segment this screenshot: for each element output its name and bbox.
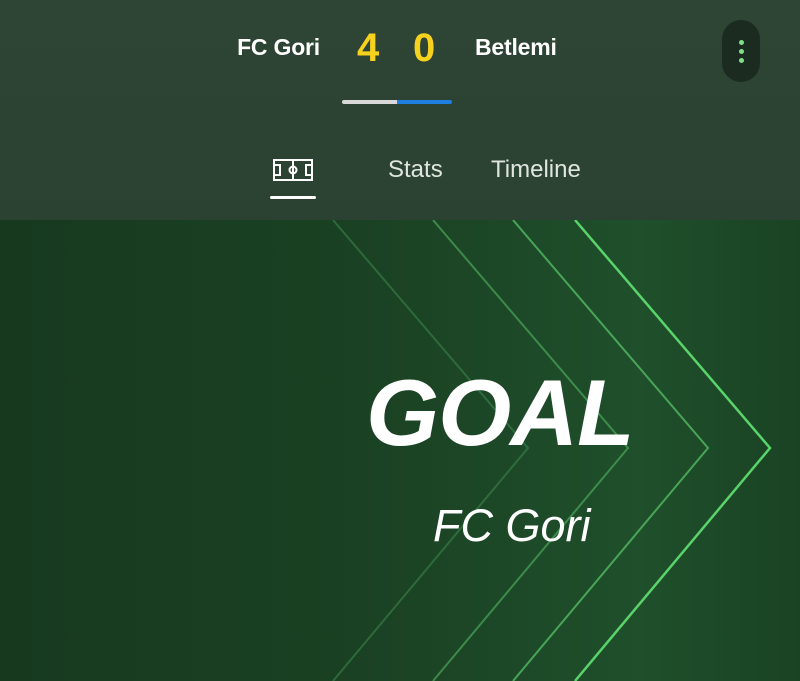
tab-timeline[interactable]: Timeline (491, 150, 581, 200)
possession-bar-away (397, 100, 452, 104)
more-vert-icon-dot (738, 48, 744, 54)
match-tabs: Stats Timeline (0, 150, 800, 202)
more-vert-icon-dot (738, 57, 744, 63)
away-team-name[interactable]: Betlemi (475, 34, 557, 61)
away-score: 0 (413, 26, 436, 70)
tab-stats[interactable]: Stats (388, 150, 443, 200)
possession-bar (342, 100, 452, 104)
possession-bar-home (342, 100, 397, 104)
match-header: FC Gori 4 0 Betlemi Stats Timeline (0, 0, 800, 220)
tab-lineup[interactable] (270, 150, 316, 200)
more-vert-icon (738, 39, 744, 45)
goal-title: GOAL (366, 360, 635, 465)
home-score: 4 (357, 26, 380, 70)
goal-banner: GOAL FC Gori (0, 220, 800, 681)
scoreline: FC Gori 4 0 Betlemi (0, 26, 800, 70)
goal-scoring-team: FC Gori (433, 500, 591, 551)
match-screen: FC Gori 4 0 Betlemi Stats Timeline GOAL … (0, 0, 800, 681)
pitch-icon (273, 159, 313, 181)
home-team-name[interactable]: FC Gori (237, 34, 320, 61)
tab-selected-indicator (270, 196, 316, 199)
more-options-button[interactable] (722, 20, 760, 82)
